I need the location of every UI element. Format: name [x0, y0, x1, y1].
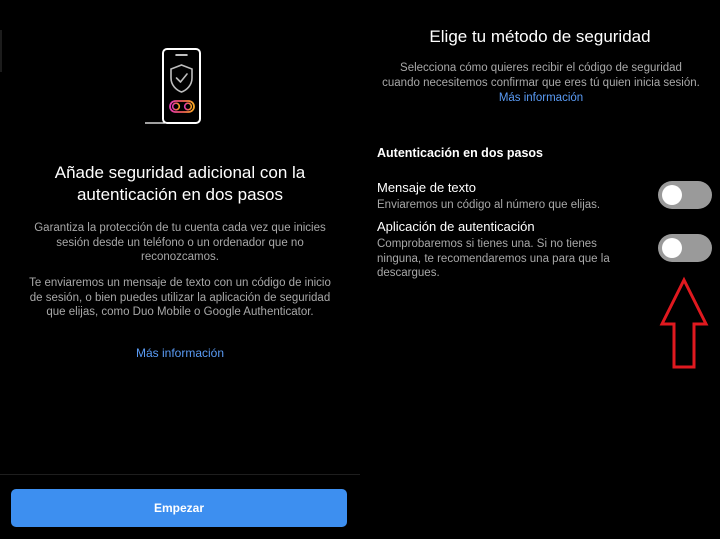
toggle-knob — [662, 185, 682, 205]
section-heading-two-step: Autenticación en dos pasos — [377, 146, 544, 160]
phone-shield-icon — [145, 48, 201, 124]
edge-mark — [0, 30, 2, 72]
left-more-info-link[interactable]: Más información — [0, 346, 360, 360]
red-arrow-up-icon — [659, 276, 709, 369]
right-subtitle-text: Selecciona cómo quieres recibir el códig… — [382, 62, 700, 89]
option-auth-app-toggle[interactable] — [658, 234, 712, 262]
right-subtitle: Selecciona cómo quieres recibir el códig… — [382, 61, 700, 106]
option-sms-description: Enviaremos un código al número que elija… — [377, 199, 601, 211]
option-sms-title: Mensaje de texto — [377, 180, 477, 195]
option-sms-toggle[interactable] — [658, 181, 712, 209]
right-panel: Elige tu método de seguridad Selecciona … — [360, 0, 720, 539]
left-panel: Añade seguridad adicional con la autenti… — [0, 0, 360, 539]
left-title: Añade seguridad adicional con la autenti… — [54, 163, 306, 204]
start-button[interactable]: Empezar — [11, 489, 347, 527]
toggle-knob — [662, 238, 682, 258]
option-auth-app-description: Comprobaremos si tienes una. Si no tiene… — [377, 238, 610, 279]
right-more-info-link[interactable]: Más información — [499, 92, 583, 104]
footer-divider — [0, 474, 360, 475]
option-auth-app-title: Aplicación de autenticación — [377, 219, 535, 234]
right-title: Elige tu método de seguridad — [429, 27, 651, 46]
left-paragraph-methods: Te enviaremos un mensaje de texto con un… — [29, 277, 331, 318]
screen: Añade seguridad adicional con la autenti… — [0, 0, 720, 539]
left-paragraph-protection: Garantiza la protección de tu cuenta cad… — [34, 222, 326, 263]
